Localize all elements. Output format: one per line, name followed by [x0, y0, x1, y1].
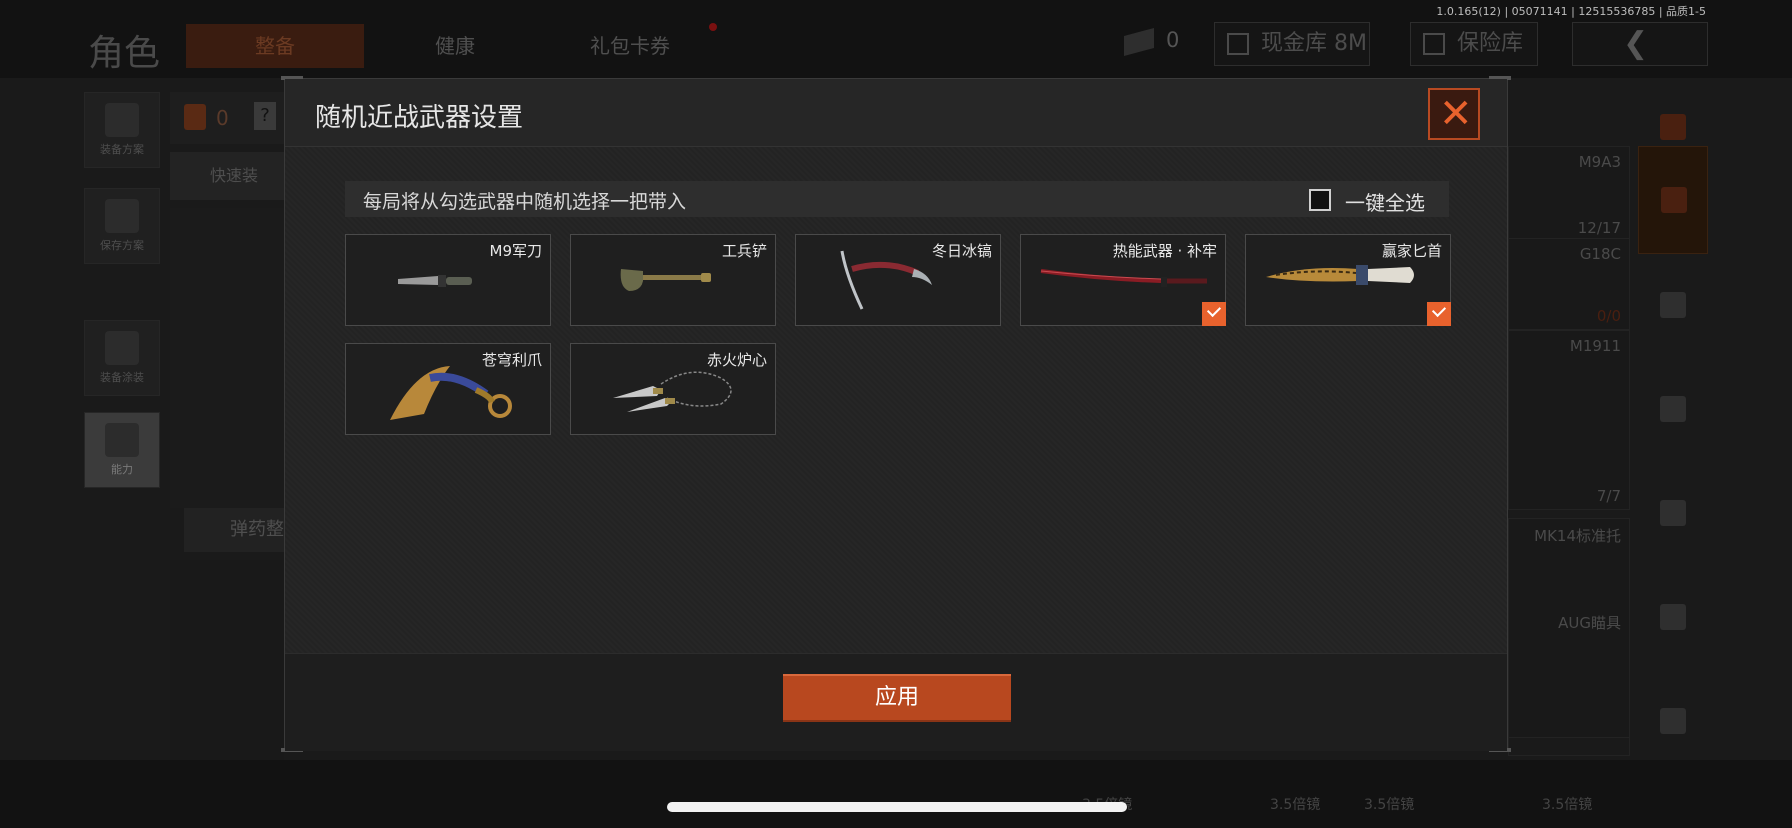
- slot-label: M1911: [1569, 337, 1621, 355]
- sidebar-item-label: 保存方案: [100, 239, 144, 252]
- version-text: 1.0.165(12) | 05071141 | 12515536785 | 品…: [1436, 5, 1706, 18]
- slot-label: AUG瞄具: [1558, 614, 1621, 632]
- backpack-count: 0: [216, 106, 229, 130]
- tab-gift-cards[interactable]: 礼包卡券: [560, 24, 700, 68]
- weapon-card-m9-bayonet[interactable]: M9军刀: [345, 234, 551, 326]
- weapon-slot[interactable]: AUG瞄具: [1508, 606, 1630, 756]
- slot-label: MK14标准托: [1534, 527, 1621, 545]
- weapon-card-ice-pick[interactable]: 冬日冰镐: [795, 234, 1001, 326]
- notification-dot: [709, 23, 717, 31]
- back-button[interactable]: ❮: [1572, 22, 1708, 66]
- insurance-button[interactable]: 保险库: [1410, 22, 1538, 66]
- slot-label: M9A3: [1578, 153, 1621, 171]
- vault-icon: [1227, 33, 1249, 55]
- close-button[interactable]: ✕: [1428, 88, 1480, 140]
- scope-label: 3.5倍镜: [1270, 797, 1321, 813]
- tab-health[interactable]: 健康: [380, 24, 530, 68]
- sidebar-item-label: 装备涂装: [100, 371, 144, 384]
- ammo-sort-button[interactable]: 弹药整: [184, 508, 284, 552]
- weapon-slot[interactable]: M1911 7/7: [1508, 330, 1630, 510]
- filter-scope[interactable]: [1638, 686, 1708, 756]
- info-text: 每局将从勾选武器中随机选择一把带入: [363, 191, 687, 213]
- backpack-panel: 0 ?: [170, 92, 284, 144]
- inventory-button[interactable]: [1638, 146, 1708, 254]
- backpack-icon: [184, 104, 206, 130]
- sidebar-item-loadout[interactable]: 装备方案: [84, 92, 160, 168]
- apply-button[interactable]: 应用: [783, 674, 1011, 722]
- sidebar-item-save[interactable]: 保存方案: [84, 188, 160, 264]
- filter-bullet[interactable]: [1638, 582, 1708, 652]
- checkbox-checked-icon[interactable]: [1427, 302, 1451, 326]
- weapon-card-winner-dagger[interactable]: 赢家匕首: [1245, 234, 1451, 326]
- layers-icon: [1661, 187, 1687, 213]
- weapon-name: 冬日冰镐: [931, 242, 992, 260]
- equipment-panel: [170, 208, 284, 508]
- stack-icon: [1660, 114, 1686, 140]
- weapon-name: M9军刀: [489, 242, 543, 260]
- right-toolbar: [1638, 92, 1708, 802]
- weapon-name: 赤火炉心: [706, 351, 767, 369]
- weapon-card-fire-core[interactable]: 赤火炉心: [570, 343, 776, 435]
- sidebar-item-label: 装备方案: [100, 143, 144, 156]
- back-arrow-icon: ❮: [1623, 26, 1649, 61]
- insurance-label: 保险库: [1457, 31, 1524, 56]
- help-icon[interactable]: ?: [254, 102, 276, 130]
- random-melee-dialog: 随机近战武器设置 ✕ 每局将从勾选武器中随机选择一把带入 一键全选 M9军刀 工…: [281, 76, 1511, 752]
- scope-label: 3.5倍镜: [1542, 797, 1593, 813]
- weapon-name: 工兵铲: [721, 242, 767, 260]
- download-icon: [105, 199, 139, 233]
- slot-ammo: 0/0: [1596, 307, 1621, 325]
- quick-equip-button[interactable]: 快速装: [170, 152, 284, 200]
- sidebar-item-label: 能力: [111, 463, 133, 476]
- scope-label: 3.5倍镜: [1364, 797, 1415, 813]
- bottom-strip: [0, 760, 1792, 828]
- slot-ammo: 7/7: [1596, 487, 1621, 505]
- select-all-checkbox[interactable]: [1309, 189, 1331, 211]
- sidebar-item-skin[interactable]: 装备涂装: [84, 320, 160, 396]
- safe-icon: [1423, 33, 1445, 55]
- vest-icon: [105, 103, 139, 137]
- dialog-title: 随机近战武器设置: [315, 103, 524, 133]
- weapon-name: 热能武器 · 补牢: [1112, 242, 1217, 260]
- magazine-icon: [1660, 500, 1686, 526]
- page-title: 角色: [88, 33, 161, 74]
- filter-helmet[interactable]: [1638, 270, 1708, 340]
- home-indicator[interactable]: [667, 802, 1127, 812]
- info-bar: 每局将从勾选武器中随机选择一把带入 一键全选: [345, 181, 1449, 217]
- scope-icon: [1660, 708, 1686, 734]
- tab-equipment[interactable]: 整备: [186, 24, 364, 68]
- helmet-icon: [105, 331, 139, 365]
- dialog-header: 随机近战武器设置 ✕: [285, 79, 1507, 147]
- vault-button[interactable]: 现金库 8M: [1214, 22, 1370, 66]
- slot-ammo: 12/17: [1577, 219, 1621, 237]
- vault-label: 现金库 8M: [1261, 31, 1367, 56]
- sidebar-item-ability[interactable]: 能力: [84, 412, 160, 488]
- weapon-slot[interactable]: G18C 0/0: [1508, 238, 1630, 330]
- filter-rifle[interactable]: [1638, 374, 1708, 444]
- weapon-card-sky-claw[interactable]: 苍穹利爪: [345, 343, 551, 435]
- dialog-footer: 应用: [285, 653, 1507, 751]
- weapon-name: 赢家匕首: [1381, 242, 1442, 260]
- weapon-card-shovel[interactable]: 工兵铲: [570, 234, 776, 326]
- helmet-icon: [1660, 292, 1686, 318]
- weapon-name: 苍穹利爪: [481, 351, 542, 369]
- bullet-icon: [1660, 604, 1686, 630]
- filter-magazine[interactable]: [1638, 478, 1708, 548]
- weapon-slot[interactable]: M9A3 12/17: [1508, 146, 1630, 242]
- select-all-label: 一键全选: [1345, 191, 1425, 215]
- slot-label: G18C: [1579, 245, 1621, 263]
- checkbox-checked-icon[interactable]: [1202, 302, 1226, 326]
- weapon-card-thermal-blade[interactable]: 热能武器 · 补牢: [1020, 234, 1226, 326]
- cash-count: 0: [1166, 28, 1180, 52]
- rifle-icon: [1660, 396, 1686, 422]
- lightning-icon: [105, 423, 139, 457]
- close-icon: ✕: [1439, 91, 1473, 137]
